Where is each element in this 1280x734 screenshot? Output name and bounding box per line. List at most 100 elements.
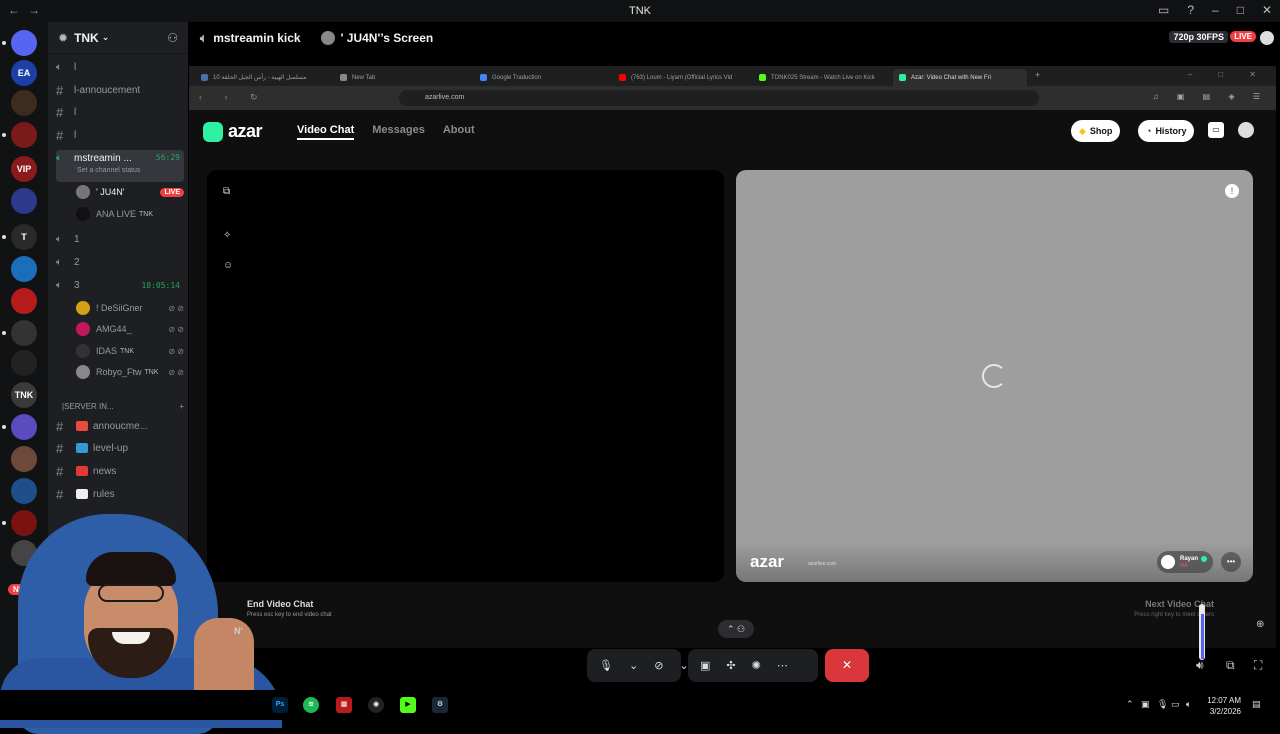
- voice-channel[interactable]: 🔈︎ mstreamin ... 56:29 Set a channel status: [56, 150, 184, 182]
- browser-tab[interactable]: New Tab: [334, 69, 468, 86]
- voice-channel-name[interactable]: mstreamin kick: [213, 31, 300, 45]
- server-icon[interactable]: [11, 320, 37, 346]
- browser-tab[interactable]: مسلسل الهيبة - رأس الجبل الحلقة 10: [195, 69, 329, 86]
- server-header[interactable]: ✹ TNK ⌄ ⚇: [48, 22, 188, 54]
- server-icon[interactable]: [11, 288, 37, 314]
- browser-nav-icons[interactable]: ‹ › ↻: [199, 92, 268, 103]
- nav-about[interactable]: About: [443, 124, 475, 140]
- server-icon[interactable]: [11, 188, 37, 214]
- popout-icon[interactable]: ⧉: [1226, 658, 1235, 673]
- browser-tab[interactable]: Azar: Video Chat with New Fri: [893, 69, 1027, 86]
- obs-icon[interactable]: ◉: [368, 697, 384, 713]
- camera-off-icon[interactable]: ⊘: [654, 659, 663, 672]
- minimize-button[interactable]: –: [1212, 3, 1219, 17]
- channel-category[interactable]: |SERVER IN... +: [62, 402, 184, 411]
- nav-video-chat[interactable]: Video Chat: [297, 124, 355, 140]
- zoom-icon[interactable]: ⊕: [1256, 619, 1264, 630]
- server-icon[interactable]: TNK: [11, 382, 37, 408]
- text-channel[interactable]: # rules: [56, 485, 184, 503]
- video-editor-icon[interactable]: ▦: [336, 697, 352, 713]
- server-icon[interactable]: [11, 350, 37, 376]
- chevron-down-icon[interactable]: ⌄: [629, 659, 638, 672]
- more-icon[interactable]: ⋯: [777, 659, 788, 672]
- voice-channel[interactable]: 🔈︎ 3 18:05:14: [56, 276, 184, 294]
- address-bar[interactable]: azarlive.com: [399, 90, 1039, 106]
- voice-member[interactable]: ANA LIVE TNK: [76, 205, 184, 223]
- server-icon[interactable]: [11, 30, 37, 56]
- tray-volume-icon[interactable]: 🔈︎: [1186, 699, 1191, 710]
- viewer-avatar[interactable]: [1260, 31, 1274, 45]
- steam-icon[interactable]: ⚙: [432, 697, 448, 713]
- activities-icon[interactable]: ✣: [726, 659, 735, 672]
- screen-share-icon[interactable]: ▣: [700, 659, 710, 672]
- report-icon[interactable]: !: [1225, 184, 1239, 198]
- history-button[interactable]: ◔ History: [1138, 120, 1195, 142]
- tray-app-icon[interactable]: ▣: [1141, 699, 1150, 710]
- browser-tab[interactable]: TONK025 Stream - Watch Live on Kick: [753, 69, 887, 86]
- server-icon[interactable]: [11, 478, 37, 504]
- voice-member[interactable]: Robyo_Ftw TNK ⊘ ⊘: [76, 363, 184, 381]
- voice-member[interactable]: ! DeSiiGner ⊘ ⊘: [76, 299, 184, 317]
- tray-network-icon[interactable]: ▭: [1171, 699, 1180, 710]
- voice-channel[interactable]: 🔈︎ 1: [56, 230, 184, 248]
- server-icon[interactable]: [11, 90, 37, 116]
- volume-icon[interactable]: 🔊︎: [1196, 658, 1204, 673]
- fullscreen-icon[interactable]: ⛶: [1254, 658, 1262, 673]
- text-channel[interactable]: # l-annoucement: [56, 81, 184, 99]
- voice-member[interactable]: IDAS TNK ⊘ ⊘: [76, 342, 184, 360]
- maximize-button[interactable]: □: [1237, 3, 1244, 17]
- partner-video: ! azar azarlive.com Rayan MA •••: [736, 170, 1253, 582]
- emoji-icon[interactable]: ☺: [223, 260, 235, 272]
- channel-name: l: [74, 61, 77, 73]
- voice-channel[interactable]: 🔈︎ 2: [56, 253, 184, 271]
- notifications-icon[interactable]: ▤: [1252, 699, 1261, 710]
- tray-chevron-icon[interactable]: ⌃: [1126, 699, 1134, 710]
- server-icon[interactable]: [11, 414, 37, 440]
- my-video: ⧉ ✧ ☺: [207, 170, 724, 582]
- kick-icon[interactable]: ▶: [400, 697, 416, 713]
- system-clock[interactable]: 12:07 AM 3/2/2026: [1195, 695, 1241, 717]
- close-button[interactable]: ✕: [1262, 3, 1272, 17]
- inbox-icon[interactable]: ▭: [1208, 122, 1224, 138]
- microphone-icon[interactable]: 🎙︎: [599, 659, 613, 672]
- voice-channel[interactable]: 🔈︎ l: [56, 58, 184, 76]
- browser-window-controls[interactable]: – □ ✕: [1188, 70, 1268, 79]
- server-icon[interactable]: T: [11, 224, 37, 250]
- invite-icon[interactable]: ⚇: [167, 31, 178, 45]
- soundboard-icon[interactable]: ✺: [752, 659, 761, 672]
- text-channel[interactable]: # l: [56, 103, 184, 121]
- nav-messages[interactable]: Messages: [372, 124, 425, 140]
- chat-bubble-icon[interactable]: •••: [1221, 552, 1241, 572]
- disconnect-button[interactable]: ✕: [825, 649, 869, 682]
- extension-icons[interactable]: ♫ ▣ ▤ ◈ ☰: [1153, 92, 1268, 101]
- channel-status[interactable]: Set a channel status: [77, 167, 140, 174]
- text-channel[interactable]: # l: [56, 126, 184, 144]
- server-icon[interactable]: [11, 122, 37, 148]
- photoshop-icon[interactable]: Ps: [272, 697, 288, 713]
- spotify-icon[interactable]: ≋: [303, 697, 319, 713]
- tray-mic-icon[interactable]: 🎙︎: [1157, 699, 1168, 710]
- shop-button[interactable]: ◆ Shop: [1071, 120, 1121, 142]
- new-tab-icon[interactable]: +: [1035, 70, 1040, 80]
- expand-participants-button[interactable]: ⌃ ⚇: [718, 620, 754, 638]
- inbox-icon[interactable]: ▭: [1158, 3, 1169, 17]
- help-icon[interactable]: ?: [1187, 3, 1194, 17]
- browser-tab[interactable]: Google Traduction: [474, 69, 608, 86]
- live-badge: LIVE: [160, 187, 184, 197]
- voice-member[interactable]: ' JU4N' LIVE: [76, 183, 184, 201]
- add-channel-icon[interactable]: +: [179, 402, 184, 411]
- text-channel[interactable]: # news: [56, 462, 184, 480]
- peer-badge[interactable]: Rayan MA: [1156, 551, 1213, 573]
- browser-tab[interactable]: (763) Loum - Liyam (Official Lyrics Vid: [613, 69, 747, 86]
- azar-logo[interactable]: azar: [203, 121, 263, 142]
- server-icon[interactable]: [11, 256, 37, 282]
- profile-icon[interactable]: [1238, 122, 1254, 138]
- effects-wand-icon[interactable]: ✧: [223, 230, 235, 242]
- server-icon[interactable]: VIP: [11, 156, 37, 182]
- server-icon[interactable]: [11, 446, 37, 472]
- voice-member[interactable]: AMG44_ ⊘ ⊘: [76, 320, 184, 338]
- server-icon[interactable]: EA: [11, 60, 37, 86]
- text-channel[interactable]: # annoucme...: [56, 417, 184, 435]
- text-channel[interactable]: # level-up: [56, 439, 184, 457]
- camera-switch-icon[interactable]: ⧉: [223, 186, 235, 198]
